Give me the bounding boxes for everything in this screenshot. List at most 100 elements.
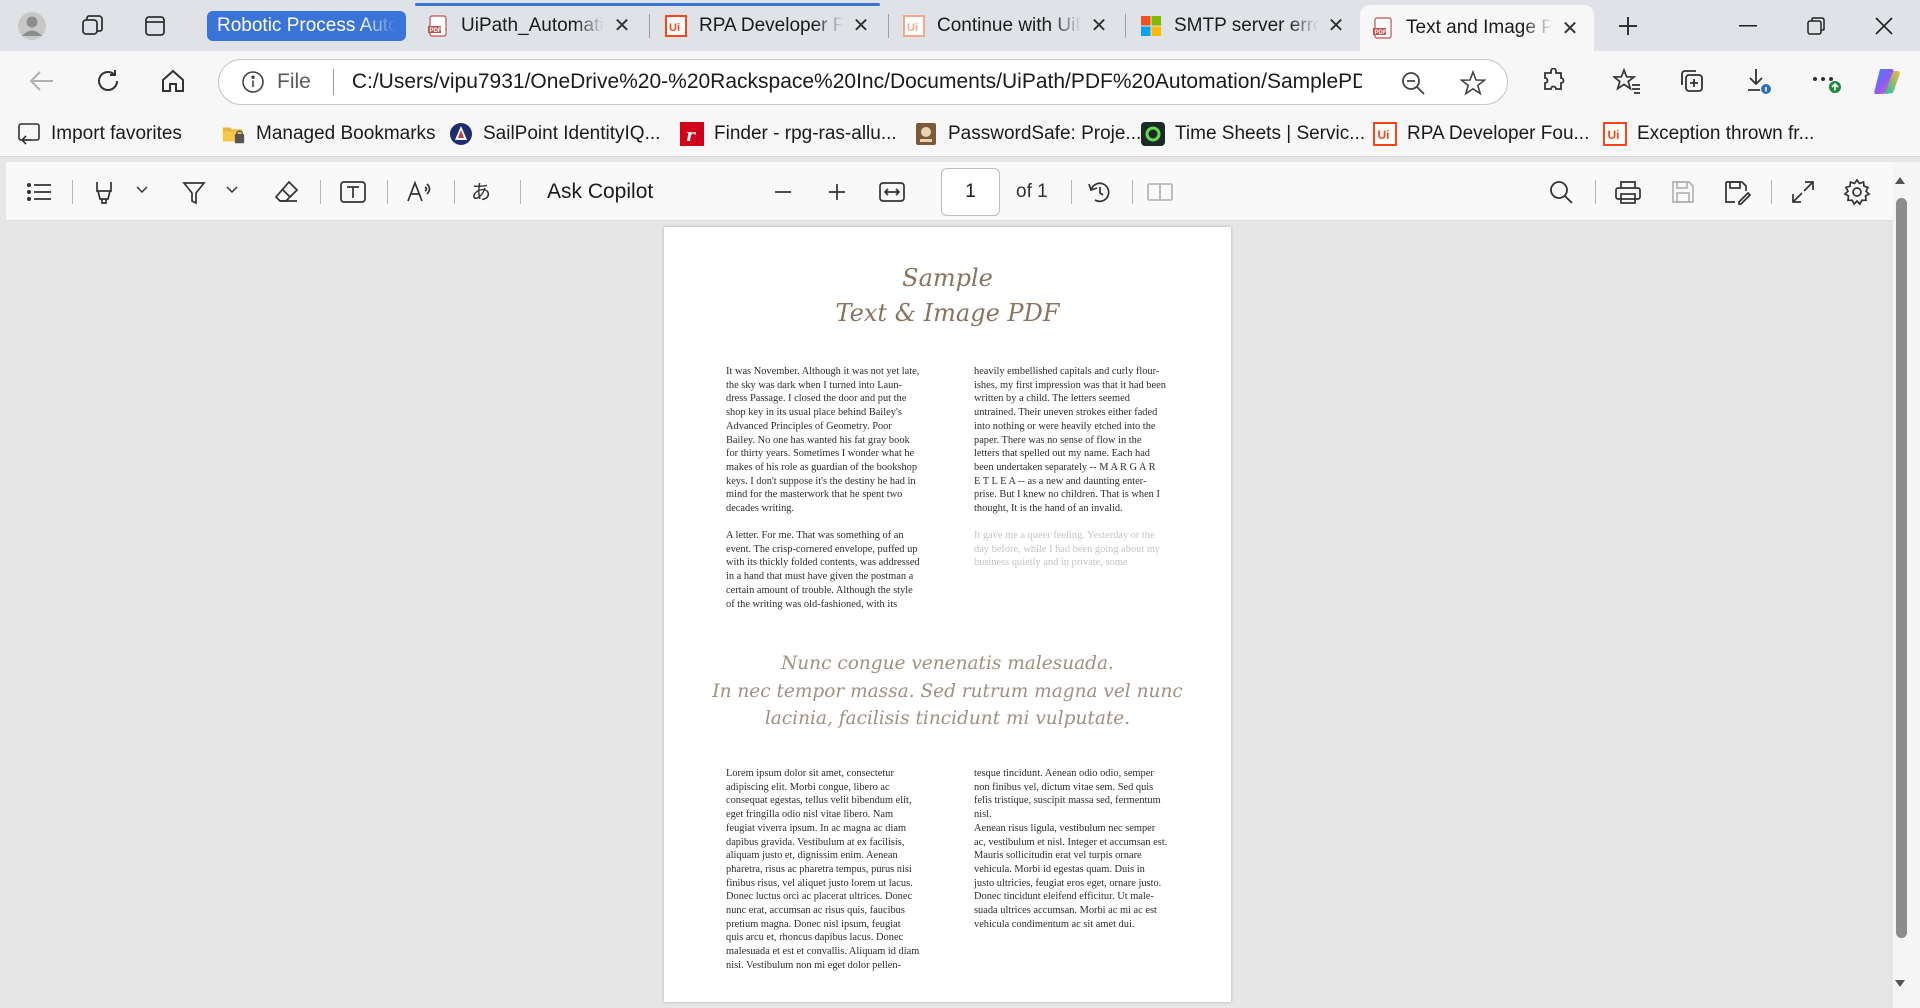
settings-gear-icon[interactable] (1839, 174, 1875, 210)
tab-group-robotic-process-automation[interactable]: Robotic Process Autom (207, 11, 406, 41)
tab-group-label: Robotic Process Autom (217, 15, 396, 36)
bookmark-label: RPA Developer Fou... (1407, 123, 1590, 144)
close-tab-icon[interactable]: ✕ (610, 14, 634, 38)
fit-to-width-icon[interactable] (874, 174, 910, 210)
tab-continue-with-uipath[interactable]: Ui Continue with UiP ✕ (891, 5, 1123, 46)
site-info-icon[interactable] (241, 70, 265, 94)
bookmark-label: Finder - rpg-ras-allu... (714, 123, 897, 144)
tab-smtp-server-error[interactable]: SMTP server error ✕ (1128, 5, 1360, 46)
microsoft-icon (1140, 15, 1162, 37)
highlight-icon[interactable] (86, 174, 122, 210)
bookmark-import-favorites[interactable]: Import favorites (17, 120, 182, 148)
minimize-icon[interactable] (1716, 0, 1780, 51)
close-tab-icon[interactable]: ✕ (1324, 14, 1348, 38)
scrollbar-thumb[interactable] (1896, 198, 1907, 938)
bookmarks-bar: Import favorites Managed Bookmarks SailP… (0, 111, 1920, 157)
svg-text:あ: あ (471, 180, 491, 204)
tab-strip: Robotic Process Autom PDF UiPath_Automat… (0, 0, 1920, 51)
bookmark-label: Managed Bookmarks (256, 123, 436, 144)
profile-avatar-icon[interactable] (13, 7, 51, 45)
draw-icon[interactable] (176, 174, 212, 210)
scroll-down-arrow-icon[interactable] (1893, 977, 1907, 991)
servicenow-icon (1141, 122, 1165, 146)
address-bar[interactable]: File C:/Users/vipu7931/OneDrive%20-%20Ra… (218, 59, 1508, 105)
zoom-out-icon[interactable] (1398, 68, 1428, 98)
toolbar-separator (1132, 180, 1133, 204)
chevron-down-icon[interactable] (134, 182, 150, 198)
lorem-paragraph-left: Lorem ipsum dolor sit amet, consectetur … (726, 768, 920, 971)
bookmark-finder[interactable]: r Finder - rpg-ras-allu... (680, 120, 897, 148)
navigation-bar: File C:/Users/vipu7931/OneDrive%20-%20Ra… (0, 51, 1920, 111)
uipath-icon: Ui (903, 14, 925, 37)
more-options-icon[interactable] (1806, 61, 1846, 101)
pdf-page: Sample Text & Image PDF It was November.… (664, 227, 1231, 1002)
svg-text:Ui: Ui (907, 22, 918, 34)
favorite-star-icon[interactable] (1458, 68, 1488, 98)
tab-rpa-developer[interactable]: Ui RPA Developer Fo ✕ (653, 5, 885, 46)
save-icon[interactable] (1665, 174, 1701, 210)
bookmark-time-sheets[interactable]: Time Sheets | Servic... (1141, 120, 1365, 148)
save-as-icon[interactable] (1719, 174, 1755, 210)
two-page-view-icon[interactable] (1142, 174, 1178, 210)
toolbar-separator (1595, 180, 1596, 204)
scroll-up-arrow-icon[interactable] (1893, 173, 1907, 187)
chevron-down-icon[interactable] (224, 182, 240, 198)
close-window-icon[interactable] (1852, 0, 1916, 51)
bookmark-label: Import favorites (51, 123, 182, 144)
zoom-in-icon[interactable] (819, 174, 855, 210)
rotate-icon[interactable] (1082, 174, 1118, 210)
lorem-paragraph-right: tesque tincidunt. Aenean odio odio, semp… (974, 768, 1168, 930)
url-text[interactable]: C:/Users/vipu7931/OneDrive%20-%20Rackspa… (352, 70, 1362, 94)
tab-text-and-image-pdf[interactable]: PDF Text and Image PD ✕ (1360, 5, 1594, 51)
toolbar-separator (1071, 180, 1072, 204)
bookmark-passwordsafe[interactable]: PasswordSafe: Proje... (914, 120, 1141, 148)
svg-text:Ui: Ui (1608, 128, 1620, 142)
tab-label: Continue with UiP (937, 14, 1081, 36)
tab-label: Text and Image PD (1406, 17, 1552, 38)
bookmark-sailpoint[interactable]: SailPoint IdentityIQ... (449, 120, 660, 148)
tab-uipath-automation[interactable]: PDF UiPath_Automatio ✕ (415, 5, 646, 46)
toolbar-separator (387, 180, 388, 204)
copilot-icon[interactable] (1867, 61, 1907, 101)
collections-icon[interactable] (1672, 61, 1712, 101)
uipath-icon: Ui (1603, 122, 1627, 146)
print-icon[interactable] (1610, 174, 1646, 210)
toolbar-separator (520, 180, 521, 204)
translate-icon[interactable]: あ (468, 174, 504, 210)
close-tab-icon[interactable]: ✕ (1087, 14, 1111, 38)
svg-text:Ui: Ui (669, 22, 680, 34)
ask-copilot-button[interactable]: Ask Copilot (547, 180, 653, 204)
vertical-tabs-icon[interactable] (136, 7, 174, 45)
refresh-icon[interactable] (88, 61, 128, 101)
read-aloud-icon[interactable] (402, 174, 438, 210)
downloads-icon[interactable] (1739, 61, 1779, 101)
fullscreen-icon[interactable] (1785, 174, 1821, 210)
zoom-out-icon[interactable] (765, 174, 801, 210)
finder-icon: r (680, 122, 704, 146)
svg-text:PDF: PDF (430, 28, 442, 34)
back-icon[interactable] (22, 61, 62, 101)
bookmark-exception-thrown[interactable]: Ui Exception thrown fr... (1603, 120, 1814, 148)
bookmark-managed-bookmarks[interactable]: Managed Bookmarks (222, 120, 436, 148)
favorites-icon[interactable] (1607, 61, 1647, 101)
workspaces-icon[interactable] (74, 7, 112, 45)
extensions-icon[interactable] (1534, 61, 1574, 101)
erase-icon[interactable] (268, 174, 304, 210)
bookmark-rpa-developer[interactable]: Ui RPA Developer Fou... (1373, 120, 1589, 148)
home-icon[interactable] (153, 61, 193, 101)
tab-separator (888, 14, 889, 38)
pull-quote-text: Nunc congue venenatis malesuada. In nec … (712, 653, 1183, 729)
bookmark-label: Time Sheets | Servic... (1175, 123, 1366, 144)
restore-icon[interactable] (1784, 0, 1848, 51)
close-tab-icon[interactable]: ✕ (1558, 16, 1582, 40)
close-tab-icon[interactable]: ✕ (849, 14, 873, 38)
folder-icon (222, 122, 246, 146)
address-divider (332, 69, 334, 95)
import-icon (17, 122, 41, 146)
table-of-contents-icon[interactable] (21, 174, 57, 210)
sailpoint-icon (449, 122, 473, 146)
page-number-input[interactable]: 1 (941, 168, 1000, 216)
add-text-icon[interactable] (335, 174, 371, 210)
new-tab-icon[interactable] (1609, 7, 1647, 45)
search-icon[interactable] (1543, 174, 1579, 210)
